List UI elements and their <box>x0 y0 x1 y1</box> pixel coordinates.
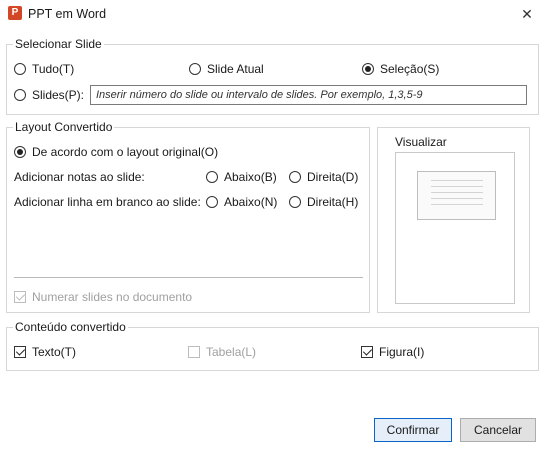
radio-all-label[interactable]: Tudo(T) <box>32 62 74 76</box>
preview-slide-line <box>431 198 483 199</box>
radio-notes-right-label[interactable]: Direita(D) <box>307 170 358 184</box>
checkbox-number-slides[interactable] <box>14 291 26 303</box>
radio-selection[interactable] <box>362 63 374 75</box>
radio-original-layout[interactable] <box>14 146 26 158</box>
checkbox-number-slides-label[interactable]: Numerar slides no documento <box>32 290 192 304</box>
checkbox-text-label[interactable]: Texto(T) <box>32 345 76 359</box>
layout-divider <box>14 277 363 278</box>
radio-blank-right-label[interactable]: Direita(H) <box>307 195 358 209</box>
cancel-button[interactable]: Cancelar <box>460 418 536 442</box>
content-legend: Conteúdo convertido <box>13 320 128 334</box>
preview-slide-line <box>431 204 483 205</box>
radio-selection-label[interactable]: Seleção(S) <box>380 62 439 76</box>
radio-original-layout-label[interactable]: De acordo com o layout original(O) <box>32 145 218 159</box>
checkbox-figure-label[interactable]: Figura(I) <box>379 345 424 359</box>
add-notes-label: Adicionar notas ao slide: <box>14 170 145 184</box>
preview-slide-line <box>431 186 483 187</box>
checkbox-table[interactable] <box>188 346 200 358</box>
select-slide-legend: Selecionar Slide <box>13 37 104 51</box>
radio-notes-right[interactable] <box>289 171 301 183</box>
slides-range-input[interactable]: Inserir número do slide ou intervalo de … <box>90 85 527 105</box>
preview-label: Visualizar <box>395 135 447 149</box>
ppt-app-icon: P <box>8 6 22 20</box>
preview-slide-thumbnail <box>417 171 496 220</box>
layout-legend: Layout Convertido <box>13 120 115 134</box>
add-blank-line-label: Adicionar linha em branco ao slide: <box>14 195 201 209</box>
radio-blank-right[interactable] <box>289 196 301 208</box>
radio-blank-below[interactable] <box>206 196 218 208</box>
checkbox-figure[interactable] <box>361 346 373 358</box>
radio-blank-below-label[interactable]: Abaixo(N) <box>224 195 277 209</box>
title-bar: P PPT em Word ✕ <box>0 0 545 30</box>
close-icon[interactable]: ✕ <box>516 3 538 25</box>
radio-slides[interactable] <box>14 89 26 101</box>
preview-slide-line <box>431 192 483 193</box>
radio-notes-below-label[interactable]: Abaixo(B) <box>224 170 277 184</box>
radio-current-slide-label[interactable]: Slide Atual <box>207 62 264 76</box>
radio-all[interactable] <box>14 63 26 75</box>
checkbox-text[interactable] <box>14 346 26 358</box>
window-title: PPT em Word <box>28 7 107 21</box>
preview-slide-line <box>431 180 483 181</box>
confirm-button[interactable]: Confirmar <box>374 418 452 442</box>
radio-current-slide[interactable] <box>189 63 201 75</box>
checkbox-table-label[interactable]: Tabela(L) <box>206 345 256 359</box>
radio-slides-label[interactable]: Slides(P): <box>32 88 84 102</box>
radio-notes-below[interactable] <box>206 171 218 183</box>
